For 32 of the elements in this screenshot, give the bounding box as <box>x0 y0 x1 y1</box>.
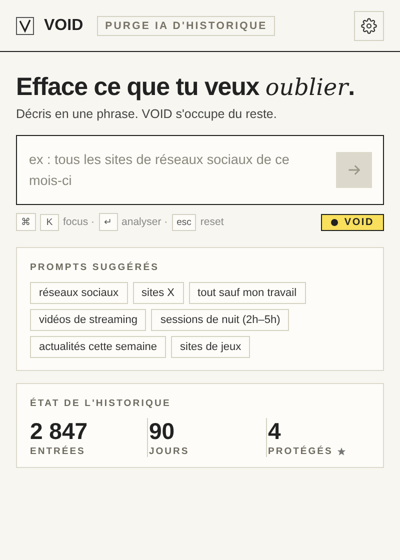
suggestion-chip[interactable]: sessions de nuit (2h–5h) <box>151 309 290 331</box>
section-title: ÉTAT DE L'HISTORIQUE <box>30 398 172 409</box>
tagline-label: PURGE IA D'HISTORIQUE <box>97 16 276 36</box>
stat-value: 4 <box>268 418 282 444</box>
shortcut-label: reset <box>200 216 224 228</box>
page-subtitle: Décris en une phrase. VOID s'occupe du reste. <box>16 107 278 121</box>
keyboard-key: esc <box>172 214 196 230</box>
logo-icon <box>16 16 34 34</box>
shortcut-label: focus · <box>63 216 95 228</box>
suggestion-chip[interactable]: tout sauf mon travail <box>188 282 306 304</box>
stat-value: 90 <box>149 418 176 444</box>
shortcut-label: analyser · <box>122 216 168 228</box>
suggestion-chip[interactable]: réseaux sociaux <box>30 282 128 304</box>
status-badge: VOID <box>321 214 384 230</box>
settings-button[interactable] <box>354 10 384 40</box>
keyboard-key: K <box>40 214 59 230</box>
section-title: PROMPTS SUGGÉRÉS <box>30 262 160 273</box>
page-title: Efface ce que tu veux oublier. <box>16 72 356 103</box>
settings-icon <box>361 18 377 34</box>
keyboard-key: ⌘ <box>16 213 36 231</box>
suggestion-chip[interactable]: actualités cette semaine <box>30 336 166 358</box>
stat-label: JOURS <box>149 446 190 457</box>
suggestion-chip[interactable]: sites de jeux <box>171 336 250 358</box>
stat-label: PROTÉGÉS <box>268 446 333 457</box>
arrow-icon <box>347 163 361 177</box>
suggestion-chip[interactable]: sites X <box>132 282 184 304</box>
suggestion-chip[interactable]: vidéos de streaming <box>30 309 146 331</box>
stat-value: 2 847 <box>30 418 89 444</box>
prompt-field[interactable]: ex : tous les sites de réseaux sociaux de ce mois-ci <box>16 135 384 205</box>
keyboard-key: ↵ <box>98 213 118 231</box>
logo-text: VOID <box>44 16 84 34</box>
stat-label: ENTRÉES <box>30 446 86 457</box>
